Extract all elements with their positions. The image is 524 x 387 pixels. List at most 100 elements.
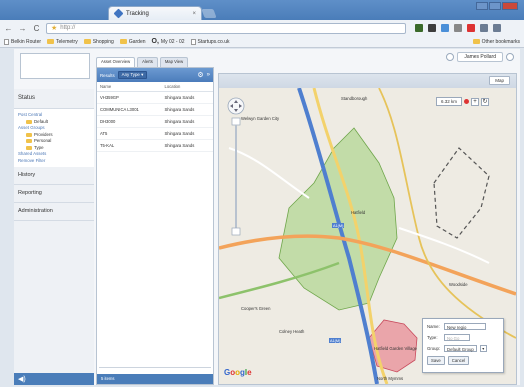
group-select[interactable]: Default Group: [444, 345, 477, 352]
flag-extension-icon[interactable]: [415, 24, 423, 32]
table-row[interactable]: AT5 Shingara Sands: [97, 127, 213, 140]
minimize-button[interactable]: [476, 2, 488, 10]
map-pan-zoom-control: [226, 96, 246, 248]
type-filter-select[interactable]: Any Type ▾: [117, 71, 148, 79]
bookmark-item[interactable]: Shopping: [83, 39, 114, 45]
page-menu-icon[interactable]: [480, 24, 488, 32]
browser-tab[interactable]: Tracking ×: [108, 6, 202, 20]
column-header-location[interactable]: Location: [161, 82, 213, 92]
bookmark-item[interactable]: Startups.co.uk: [190, 38, 230, 45]
url-text: http://: [60, 25, 76, 31]
asset-tabs: Asset Overview Alerts Map View: [96, 57, 189, 67]
back-button[interactable]: ←: [4, 24, 13, 33]
road-label: A1(M): [330, 339, 341, 343]
reload-button[interactable]: C: [32, 24, 41, 33]
folder-icon: [47, 39, 55, 44]
maximize-button[interactable]: [489, 2, 501, 10]
map-label: Colney Heath: [279, 329, 305, 334]
google-logo: Google: [224, 368, 252, 377]
sidebar-item-status[interactable]: Status: [14, 89, 94, 109]
map-type-button[interactable]: Map: [489, 76, 510, 85]
bookmark-star-icon[interactable]: ★: [51, 24, 57, 32]
map-label: Standborough: [341, 96, 368, 101]
bookmark-item[interactable]: Garden: [119, 39, 146, 45]
column-header-name[interactable]: Name: [97, 82, 162, 92]
type-row: Type: No Go: [427, 334, 499, 341]
table-row[interactable]: DH3000 Shingara Sands: [97, 115, 213, 128]
wrench-menu-icon[interactable]: [493, 24, 501, 32]
gear-icon[interactable]: ⚙: [197, 71, 203, 79]
address-bar[interactable]: ★ http://: [46, 22, 406, 34]
type-label: Type:: [427, 335, 438, 340]
sidebar-item-history[interactable]: History: [14, 167, 94, 185]
horizontal-scrollbar[interactable]: [99, 367, 211, 372]
folder-icon: [83, 39, 91, 44]
tab-title: Tracking: [126, 10, 149, 17]
zoom-in-button[interactable]: [231, 117, 241, 126]
asset-name: COMMUNICA L3001: [97, 103, 162, 116]
record-icon[interactable]: [464, 99, 470, 104]
item-count: 5 items: [97, 374, 213, 384]
chevron-down-icon[interactable]: ▾: [479, 345, 487, 352]
new-tab-button[interactable]: [201, 9, 217, 18]
bookmark-item[interactable]: Belkin Router: [4, 38, 41, 45]
asset-table: Name Location VH359GP Shingara Sands COMM…: [97, 82, 213, 152]
sound-icon[interactable]: ◀): [14, 373, 94, 385]
tab-alerts[interactable]: Alerts: [137, 57, 158, 67]
sidebar-link[interactable]: Remove Filter: [18, 158, 90, 165]
save-button[interactable]: Save: [427, 356, 445, 365]
cancel-button[interactable]: Cancel: [447, 356, 470, 365]
bookmarks-bar: Belkin Router Telemetry Shopping Garden …: [0, 36, 524, 48]
list-extension-icon[interactable]: [454, 24, 462, 32]
map-label: Cooper's Green: [241, 306, 271, 311]
asset-list-panel: Results Any Type ▾ ⚙ » Name Location VH3…: [96, 67, 214, 385]
asset-location: Shingara Sands: [161, 115, 213, 128]
logo-area: [20, 53, 90, 79]
play-extension-icon[interactable]: [428, 24, 436, 32]
search-icon: O,: [151, 38, 159, 45]
folder-icon: [26, 132, 32, 137]
collapse-icon[interactable]: »: [207, 72, 210, 78]
window-close-button[interactable]: [502, 2, 518, 10]
group-row: Group: Default Group ▾: [427, 345, 499, 352]
user-area: James Pollard: [430, 51, 520, 63]
table-row[interactable]: T5-KAL Shingara Sands: [97, 139, 213, 152]
table-row[interactable]: COMMUNICA L3001 Shingara Sands: [97, 103, 213, 116]
refresh-icon[interactable]: ↻: [481, 97, 490, 106]
close-icon[interactable]: ×: [192, 11, 196, 17]
popup-buttons: Save Cancel: [427, 356, 499, 365]
zoom-out-button[interactable]: [231, 227, 241, 236]
asset-name: T5-KAL: [97, 139, 162, 152]
logout-icon[interactable]: [506, 53, 514, 61]
name-input[interactable]: New regio: [444, 323, 486, 330]
zoom-control[interactable]: [226, 96, 246, 246]
bookmark-item[interactable]: O, My 02 - 02: [152, 38, 185, 45]
settings-icon[interactable]: [446, 53, 455, 61]
region-editor-popup: Name: New regio Type: No Go Group: Defau…: [422, 318, 504, 373]
results-bar: Results Any Type ▾ ⚙ »: [97, 68, 213, 82]
asset-name: DH3000: [97, 115, 162, 128]
folder-icon: [26, 119, 32, 124]
skype-extension-icon[interactable]: [441, 24, 449, 32]
sidebar-item-administration[interactable]: Administration: [14, 203, 94, 221]
extensions: [415, 24, 501, 32]
ybox-extension-icon[interactable]: [467, 24, 475, 32]
results-label: Results: [100, 72, 115, 78]
forward-button[interactable]: →: [18, 24, 27, 33]
user-button[interactable]: James Pollard: [457, 52, 503, 62]
page-icon: [190, 38, 196, 45]
map-toolbar: Map: [219, 74, 516, 88]
other-bookmarks[interactable]: Other bookmarks: [472, 39, 520, 45]
sidebar-item-reporting[interactable]: Reporting: [14, 185, 94, 203]
bookmark-item[interactable]: Telemetry: [47, 39, 78, 45]
map-label: Woodside: [449, 282, 468, 287]
map-label: Welwyn Garden City: [241, 116, 280, 121]
asset-location: Shingara Sands: [161, 127, 213, 140]
table-row[interactable]: VH359GP Shingara Sands: [97, 91, 213, 104]
tab-asset-overview[interactable]: Asset Overview: [96, 57, 136, 67]
road-label: A1(M): [333, 224, 344, 228]
type-select[interactable]: No Go: [444, 334, 470, 341]
tab-map-view[interactable]: Map View: [159, 57, 189, 67]
asset-panel: Asset Overview Alerts Map View Results A…: [96, 55, 214, 385]
zoom-plus-button[interactable]: +: [471, 97, 480, 106]
